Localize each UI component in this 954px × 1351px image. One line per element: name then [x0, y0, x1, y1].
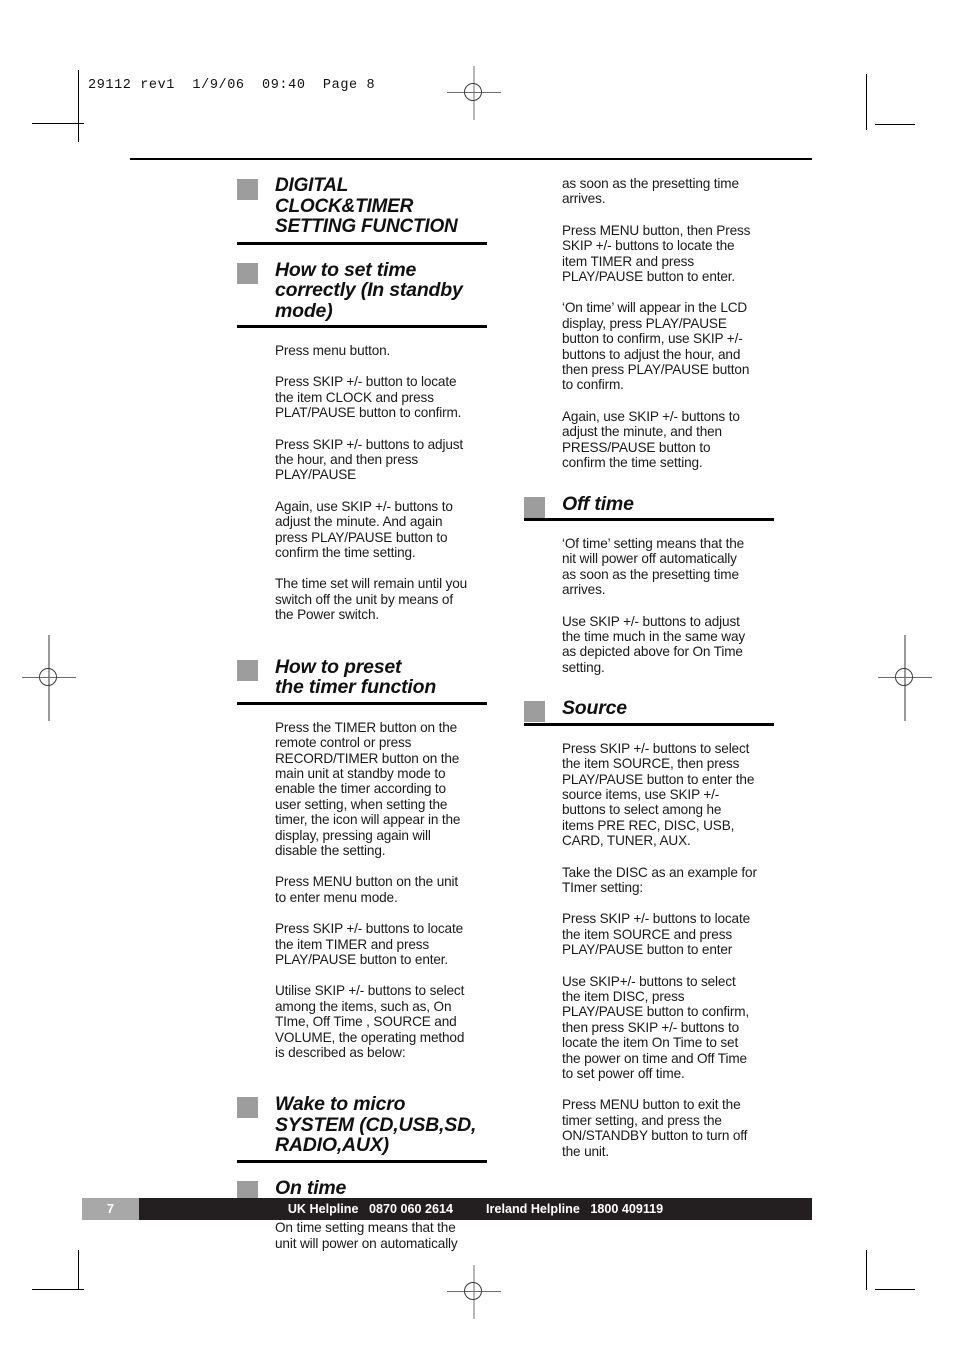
- heading-digital-clock-timer: DIGITAL CLOCK&TIMER SETTING FUNCTION: [237, 175, 525, 245]
- paragraph-presetting-time-arrives: as soon as the presetting time arrives.: [562, 176, 739, 207]
- heading-rule: [524, 722, 774, 726]
- heading-bullet-square-icon: [237, 1097, 258, 1119]
- registration-mark-bottom: [447, 1265, 501, 1319]
- registration-mark-ring: [464, 1282, 482, 1300]
- heading-rule: [237, 325, 487, 328]
- crop-mark-top-right-vertical: [866, 74, 867, 130]
- crop-mark-top-right-horizontal: [875, 124, 915, 125]
- uk-helpline-number: 0870 060 2614: [369, 1202, 454, 1216]
- ireland-helpline-number: 1800 409119: [590, 1202, 664, 1216]
- registration-mark-right: [878, 635, 932, 721]
- heading-text: Off time: [562, 492, 634, 515]
- heading-how-to-preset-timer: How to preset the timer function: [237, 655, 525, 705]
- uk-helpline-label: UK Helpline: [287, 1202, 359, 1216]
- registration-mark-top: [447, 66, 501, 120]
- heading-text: Source: [562, 697, 627, 720]
- heading-text: On time: [275, 1176, 347, 1199]
- crop-mark-top-left-vertical: [78, 70, 79, 142]
- crop-mark-bottom-left-horizontal: [32, 1289, 84, 1290]
- ireland-helpline-label: Ireland Helpline: [486, 1202, 580, 1216]
- page-number: 7: [106, 1201, 115, 1216]
- page-content: DIGITAL CLOCK&TIMER SETTING FUNCTION How…: [130, 158, 812, 1251]
- paragraph-disc-example: Take the DISC as an example for TImer se…: [562, 864, 757, 895]
- registration-mark-ring: [39, 668, 57, 686]
- paragraph-locate-clock: Press SKIP +/- button to locate the item…: [275, 374, 462, 421]
- heading-bullet-square-icon: [237, 262, 258, 284]
- heading-rule: [237, 1159, 487, 1163]
- paragraph-exit-timer-setting: Press MENU button to exit the timer sett…: [562, 1097, 748, 1159]
- heading-bullet-square-icon: [524, 701, 545, 723]
- footer-helplines: UK Helpline 0870 060 2614 Ireland Helpli…: [139, 1198, 812, 1220]
- print-slug: 29112 rev1 1/9/06 09:40 Page 8: [88, 78, 376, 93]
- paragraph-select-source-items: Press SKIP +/- buttons to select the ite…: [562, 740, 755, 849]
- paragraph-off-time-meaning: ‘Of time’ setting means that the nit wil…: [562, 536, 745, 598]
- registration-mark-left: [22, 635, 76, 721]
- registration-mark-ring: [464, 83, 482, 101]
- paragraph-adjust-hour: Press SKIP +/- buttons to adjust the hou…: [275, 436, 464, 483]
- paragraph-press-timer-button: Press the TIMER button on the remote con…: [275, 719, 461, 858]
- heading-text: Wake to micro SYSTEM (CD,USB,SD, RADIO,A…: [275, 1093, 477, 1157]
- paragraph-locate-timer: Press SKIP +/- buttons to locate the ite…: [275, 921, 464, 967]
- paragraph-time-set-remains: The time set will remain until you switc…: [275, 576, 468, 623]
- heading-rule: [237, 241, 487, 245]
- page-top-rule: [130, 158, 812, 160]
- heading-source: Source: [524, 697, 812, 726]
- heading-bullet-square-icon: [237, 179, 258, 200]
- crop-mark-bottom-right-vertical: [866, 1250, 867, 1290]
- crop-mark-bottom-right-horizontal: [875, 1289, 915, 1290]
- paragraph-press-menu-locate-timer: Press MENU button, then Press SKIP +/- b…: [562, 222, 751, 285]
- heading-bullet-square-icon: [237, 659, 258, 681]
- heading-text: How to preset the timer function: [275, 655, 437, 699]
- heading-how-to-set-time: How to set time correctly (In standby mo…: [237, 258, 525, 328]
- paragraph-use-skip-adjust-time: Use SKIP +/- buttons to adjust the time …: [562, 613, 746, 675]
- left-column: DIGITAL CLOCK&TIMER SETTING FUNCTION How…: [237, 175, 525, 1267]
- heading-text: DIGITAL CLOCK&TIMER SETTING FUNCTION: [275, 175, 458, 237]
- heading-rule: [524, 518, 774, 521]
- paragraph-on-time-lcd: ‘On time’ will appear in the LCD display…: [562, 300, 750, 393]
- paragraph-on-time-meaning: On time setting means that the unit will…: [275, 1220, 458, 1251]
- paragraph-enter-menu-mode: Press MENU button on the unit to enter m…: [275, 874, 459, 905]
- heading-text: How to set time correctly (In standby mo…: [275, 258, 463, 322]
- heading-off-time: Off time: [524, 492, 812, 521]
- paragraph-press-menu-button: Press menu button.: [275, 343, 391, 358]
- paragraph-adjust-minute: Again, use SKIP +/- buttons to adjust th…: [275, 498, 453, 561]
- page-footer: 7 UK Helpline 0870 060 2614 Ireland Help…: [82, 1198, 812, 1220]
- right-column: as soon as the presetting time arrives. …: [524, 176, 812, 1175]
- heading-rule: [237, 701, 487, 705]
- paragraph-utilise-skip: Utilise SKIP +/- buttons to select among…: [275, 983, 465, 1060]
- registration-mark-ring: [895, 668, 913, 686]
- paragraph-select-disc-on-off-time: Use SKIP+/- buttons to select the item D…: [562, 973, 750, 1082]
- heading-bullet-square-icon: [524, 496, 545, 518]
- crop-mark-bottom-left-vertical: [78, 1250, 79, 1290]
- paragraph-adjust-minute-confirm: Again, use SKIP +/- buttons to adjust th…: [562, 408, 740, 471]
- crop-mark-top-left-horizontal: [32, 123, 84, 124]
- paragraph-locate-source-enter: Press SKIP +/- buttons to locate the ite…: [562, 911, 751, 958]
- heading-wake-to-micro-system: Wake to micro SYSTEM (CD,USB,SD, RADIO,A…: [237, 1093, 525, 1163]
